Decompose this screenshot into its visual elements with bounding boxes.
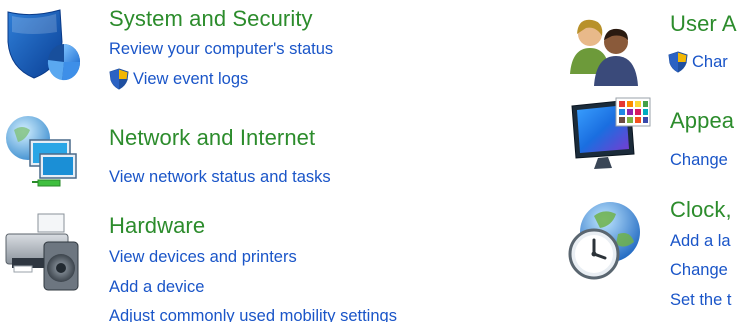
link-change-theme[interactable]: Change <box>670 149 728 171</box>
link-review-computer-status[interactable]: Review your computer's status <box>109 38 333 60</box>
control-panel-categories: System and Security Review your computer… <box>0 0 746 322</box>
category-title-appearance[interactable]: Appea <box>670 107 734 135</box>
category-title-user-accounts[interactable]: User A <box>670 10 737 38</box>
monitor-palette-icon[interactable] <box>568 96 652 180</box>
link-view-devices-and-printers[interactable]: View devices and printers <box>109 246 297 268</box>
category-title-clock[interactable]: Clock, <box>670 196 732 224</box>
link-set-the-time-and-date[interactable]: Set the t <box>670 289 731 311</box>
globe-clock-icon[interactable] <box>564 200 648 284</box>
link-change-account-type-label: Char <box>692 53 728 71</box>
uac-shield-icon <box>109 68 129 90</box>
category-title-network-and-internet[interactable]: Network and Internet <box>109 124 315 152</box>
category-title-system-and-security[interactable]: System and Security <box>109 5 313 33</box>
link-add-a-language[interactable]: Add a la <box>670 230 731 252</box>
link-change-input-methods[interactable]: Change <box>670 259 728 281</box>
link-change-account-type[interactable]: Char <box>668 51 728 73</box>
network-monitors-icon[interactable] <box>2 110 86 194</box>
category-title-hardware[interactable]: Hardware <box>109 212 205 240</box>
link-view-network-status[interactable]: View network status and tasks <box>109 166 331 188</box>
uac-shield-icon <box>668 51 688 73</box>
link-mobility-settings[interactable]: Adjust commonly used mobility settings <box>109 305 397 322</box>
link-view-event-logs-label: View event logs <box>133 70 249 88</box>
link-view-event-logs[interactable]: View event logs <box>109 68 248 90</box>
link-add-a-device[interactable]: Add a device <box>109 276 204 298</box>
users-icon[interactable] <box>566 12 650 96</box>
shield-pie-icon[interactable] <box>2 6 86 90</box>
printer-speaker-icon[interactable] <box>0 212 84 296</box>
